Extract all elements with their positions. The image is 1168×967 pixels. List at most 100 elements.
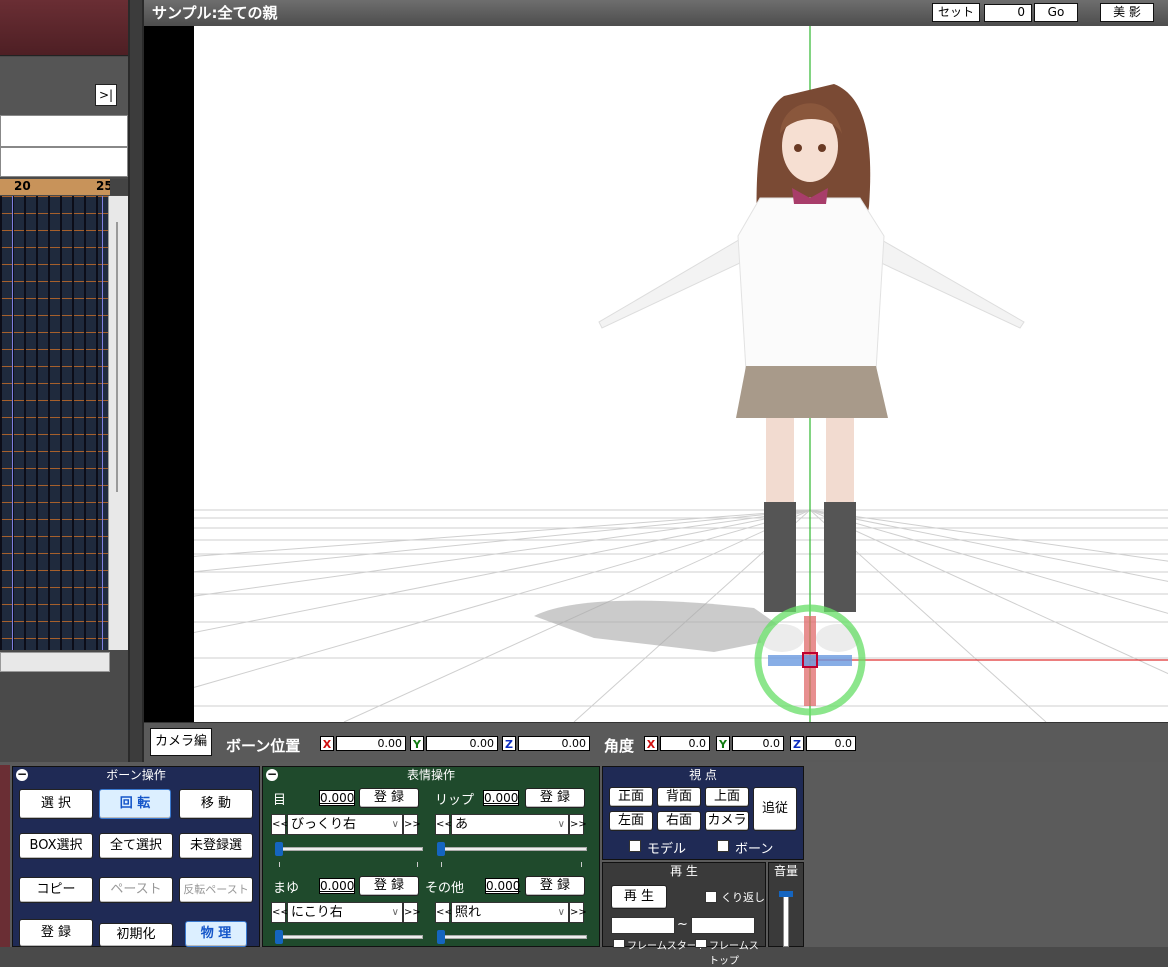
eye-label: 目 xyxy=(273,793,287,808)
panel-splitter[interactable] xyxy=(128,0,144,762)
start-frame-input[interactable] xyxy=(611,917,675,934)
pos-z-axis: Z xyxy=(502,736,516,751)
move-button[interactable]: 移 動 xyxy=(179,789,253,819)
other-morph-select[interactable]: 照れ ∨ xyxy=(451,902,569,923)
front-view-button[interactable]: 正面 xyxy=(609,787,653,807)
eye-morph-select[interactable]: びっくり右 ∨ xyxy=(287,814,403,835)
bone-checkbox[interactable] xyxy=(717,840,729,852)
timeline-horizontal-scrollbar[interactable] xyxy=(0,652,110,672)
rot-z-value[interactable]: 0.0 xyxy=(806,736,856,751)
other-register-button[interactable]: 登 録 xyxy=(525,876,585,896)
collapse-icon[interactable]: − xyxy=(266,768,278,781)
volume-thumb[interactable] xyxy=(779,891,793,897)
collapse-icon[interactable]: − xyxy=(16,768,28,781)
viewport-titlebar: サンプル:全ての親 セット 0 Go 美 影 xyxy=(144,0,1168,26)
pos-y-value[interactable]: 0.00 xyxy=(426,736,498,751)
camera-edit-button[interactable]: カメラ編 xyxy=(150,728,212,756)
timeline-scroll-thumb[interactable] xyxy=(116,222,118,492)
pos-x-value[interactable]: 0.00 xyxy=(336,736,406,751)
brow-prev-button[interactable]: << xyxy=(271,902,289,923)
view-panel-title: 視 点 xyxy=(689,768,717,782)
viewport-title: サンプル:全ての親 xyxy=(152,4,278,22)
lip-morph-select[interactable]: あ ∨ xyxy=(451,814,569,835)
brow-slider[interactable] xyxy=(277,935,423,939)
eye-selected: びっくり右 xyxy=(291,817,357,832)
bone-panel-title: ボーン操作 xyxy=(106,768,166,782)
brow-next-button[interactable]: >> xyxy=(403,902,421,923)
right-view-button[interactable]: 右面 xyxy=(657,811,701,831)
end-frame-input[interactable] xyxy=(691,917,755,934)
select-all-button[interactable]: 全て選択 xyxy=(99,833,173,859)
flip-paste-button[interactable]: 反転ペースト xyxy=(179,877,253,903)
brow-register-button[interactable]: 登 録 xyxy=(359,876,419,896)
timeline-field-1[interactable] xyxy=(0,115,128,147)
brow-morph-select[interactable]: にこり右 ∨ xyxy=(287,902,403,923)
set-button[interactable]: セット xyxy=(932,3,980,22)
frame-input[interactable]: 0 xyxy=(984,4,1032,22)
other-value[interactable]: 0.000 xyxy=(485,878,520,894)
tick xyxy=(417,862,418,867)
timeline-field-2[interactable] xyxy=(0,147,128,177)
other-selected: 照れ xyxy=(455,905,482,920)
register-button[interactable]: 登 録 xyxy=(19,919,93,947)
eye-register-button[interactable]: 登 録 xyxy=(359,788,419,808)
box-select-button[interactable]: BOX選択 xyxy=(19,833,93,859)
lip-slider[interactable] xyxy=(439,847,587,851)
follow-button[interactable]: 追従 xyxy=(753,787,797,831)
brow-value[interactable]: 0.000 xyxy=(319,878,355,894)
loop-checkbox[interactable] xyxy=(705,891,717,903)
3d-viewport[interactable] xyxy=(194,26,1168,722)
go-button[interactable]: Go xyxy=(1034,3,1078,22)
rot-y-value[interactable]: 0.0 xyxy=(732,736,784,751)
eye-slider-thumb[interactable] xyxy=(275,842,283,856)
copy-button[interactable]: コピー xyxy=(19,877,93,903)
keyframe-grid[interactable] xyxy=(0,196,108,650)
initialize-button[interactable]: 初期化 xyxy=(99,923,173,947)
top-view-button[interactable]: 上面 xyxy=(705,787,749,807)
timeline-top-panel xyxy=(0,0,128,56)
eye-prev-button[interactable]: << xyxy=(271,814,289,835)
bone-checkbox-label: ボーン xyxy=(735,842,774,857)
bone-toolbar: カメラ編 ボーン位置 X 0.00 Y 0.00 Z 0.00 角度 X 0.0… xyxy=(144,722,1168,762)
play-button[interactable]: 再 生 xyxy=(611,885,667,909)
view-panel: 視 点 正面 背面 上面 左面 右面 カメラ 追従 モデル ボーン xyxy=(602,766,804,860)
eye-value[interactable]: 0.000 xyxy=(319,790,355,806)
lip-prev-button[interactable]: << xyxy=(435,814,453,835)
other-prev-button[interactable]: << xyxy=(435,902,453,923)
timeline-vertical-scrollbar[interactable] xyxy=(108,196,128,650)
scene-render xyxy=(194,26,1168,722)
grid-marker-line xyxy=(12,196,13,650)
rot-x-value[interactable]: 0.0 xyxy=(660,736,710,751)
morph-panel-title: 表情操作 xyxy=(406,768,455,782)
other-slider-thumb[interactable] xyxy=(437,930,445,944)
brow-slider-thumb[interactable] xyxy=(275,930,283,944)
unregistered-select-button[interactable]: 未登録選 xyxy=(179,833,253,859)
paste-button[interactable]: ペースト xyxy=(99,877,173,903)
back-view-button[interactable]: 背面 xyxy=(657,787,701,807)
ruler-end xyxy=(110,179,128,195)
bone-operations-panel: − ボーン操作 選 択 回 転 移 動 BOX選択 全て選択 未登録選 コピー … xyxy=(12,766,260,947)
rotate-button[interactable]: 回 転 xyxy=(99,789,171,819)
pos-x-axis: X xyxy=(320,736,334,751)
camera-view-button[interactable]: カメラ xyxy=(705,811,749,831)
volume-slider[interactable] xyxy=(783,891,789,947)
model-checkbox[interactable] xyxy=(629,840,641,852)
eye-slider[interactable] xyxy=(277,847,423,851)
lip-register-button[interactable]: 登 録 xyxy=(525,788,585,808)
model-checkbox-label: モデル xyxy=(647,842,687,857)
lip-next-button[interactable]: >> xyxy=(569,814,587,835)
other-slider[interactable] xyxy=(439,935,587,939)
chevron-down-icon: ∨ xyxy=(391,819,399,830)
timeline-expand-button[interactable]: >| xyxy=(95,84,117,106)
bieye-button[interactable]: 美 影 xyxy=(1100,3,1154,22)
select-button[interactable]: 選 択 xyxy=(19,789,93,819)
ruler-label-20: 20 xyxy=(14,179,31,193)
viewport-margin xyxy=(144,26,194,722)
physics-button[interactable]: 物 理 xyxy=(185,921,247,947)
lip-value[interactable]: 0.000 xyxy=(483,790,519,806)
other-next-button[interactable]: >> xyxy=(569,902,587,923)
lip-slider-thumb[interactable] xyxy=(437,842,445,856)
pos-z-value[interactable]: 0.00 xyxy=(518,736,590,751)
eye-next-button[interactable]: >> xyxy=(403,814,421,835)
left-view-button[interactable]: 左面 xyxy=(609,811,653,831)
